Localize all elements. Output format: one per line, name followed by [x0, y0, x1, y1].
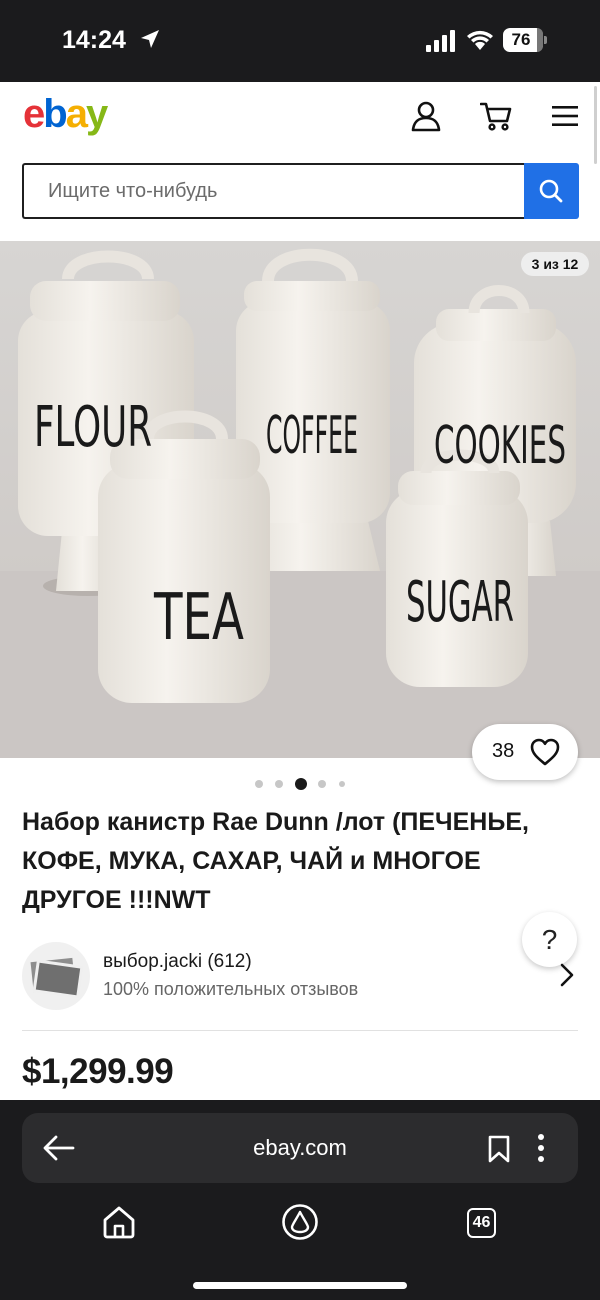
search-icon — [539, 179, 563, 203]
wifi-icon — [467, 30, 493, 50]
bookmark-icon[interactable] — [487, 1135, 511, 1163]
product-photo[interactable]: FLOUR COFFEE COOKIES TEA SUGAR — [0, 241, 600, 758]
battery-level: 76 — [511, 30, 531, 49]
home-icon[interactable] — [101, 1204, 137, 1240]
search-button[interactable] — [524, 163, 579, 219]
heart-icon — [530, 738, 560, 766]
search-field[interactable] — [22, 163, 524, 219]
profile-icon[interactable] — [410, 100, 442, 132]
search-input[interactable] — [24, 165, 524, 217]
seller-avatar[interactable] — [22, 942, 90, 1010]
svg-text:COFFEE: COFFEE — [266, 406, 358, 466]
seller-name[interactable]: выбор.jacki (612) — [103, 951, 252, 973]
pagination-dot[interactable] — [255, 780, 263, 788]
status-time: 14:24 — [62, 26, 126, 54]
watchers-count: 38 — [492, 740, 515, 762]
cellular-signal-icon — [426, 30, 455, 52]
tabs-button[interactable]: 46 — [467, 1208, 496, 1238]
divider — [22, 1030, 578, 1031]
address-bar[interactable]: ebay.com — [22, 1113, 578, 1183]
watchlist-button[interactable]: 38 — [472, 724, 578, 780]
pagination-dot[interactable] — [318, 780, 326, 788]
listing-price: $1,299.99 — [22, 1052, 174, 1091]
help-button[interactable]: ? — [522, 912, 577, 967]
svg-text:SUGAR: SUGAR — [406, 570, 514, 635]
image-counter-badge: 3 из 12 — [521, 252, 589, 276]
listing-title: Набор канистр Rae Dunn /лот (ПЕЧЕНЬЕ, КО… — [22, 808, 529, 914]
seller-photo-icon — [30, 957, 84, 999]
assistant-icon[interactable] — [281, 1203, 319, 1241]
ebay-logo[interactable]: ebay — [23, 92, 108, 137]
chevron-right-icon[interactable] — [558, 962, 576, 988]
svg-text:COOKIES: COOKIES — [434, 416, 566, 476]
logo-letter: y — [85, 92, 108, 136]
location-arrow-icon — [141, 30, 159, 48]
battery-indicator: 76 — [503, 28, 547, 52]
logo-letter: e — [23, 92, 45, 136]
home-indicator[interactable] — [193, 1282, 407, 1289]
menu-icon[interactable] — [550, 100, 582, 132]
pagination-dot-active[interactable] — [295, 778, 307, 790]
more-options-icon[interactable] — [536, 1133, 546, 1163]
logo-letter: b — [43, 92, 67, 136]
svg-text:TEA: TEA — [153, 581, 244, 655]
pagination-dot[interactable] — [339, 781, 345, 787]
seller-feedback: 100% положительных отзывов — [103, 979, 359, 999]
cart-icon[interactable] — [480, 100, 512, 132]
logo-letter: a — [65, 92, 88, 136]
page-scrollbar[interactable] — [594, 86, 597, 164]
pagination-dot[interactable] — [275, 780, 283, 788]
svg-text:FLOUR: FLOUR — [34, 395, 152, 460]
status-bar: 14:24 76 — [0, 0, 600, 82]
